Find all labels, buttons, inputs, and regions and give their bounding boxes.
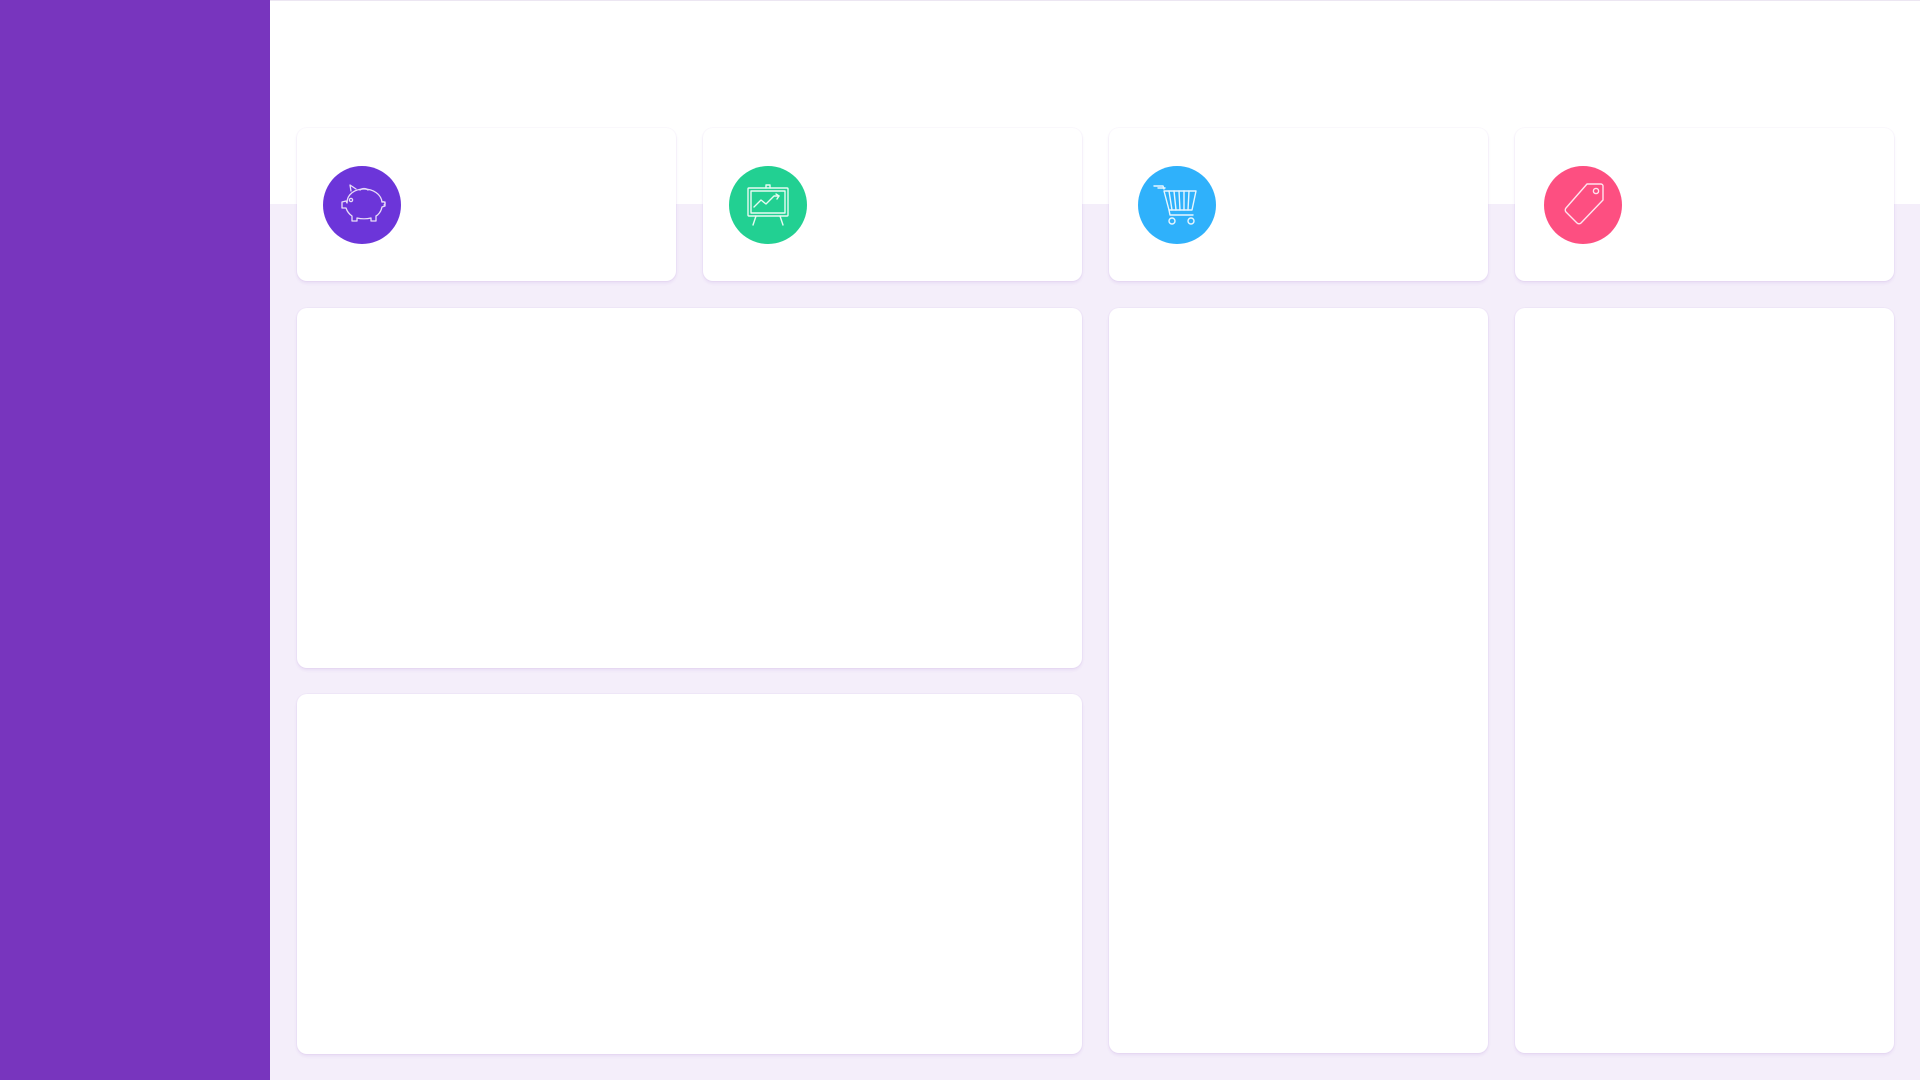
content-panel-top <box>297 308 1082 668</box>
stat-card-savings <box>297 128 676 281</box>
content-panel-bottom <box>297 694 1082 1054</box>
stat-card-orders <box>1109 128 1488 281</box>
sidebar <box>0 0 270 1080</box>
presentation-chart-icon <box>729 166 807 244</box>
stat-card-growth <box>703 128 1082 281</box>
piggy-bank-icon <box>323 166 401 244</box>
shopping-cart-icon <box>1138 166 1216 244</box>
content-panel-right-1 <box>1109 308 1488 1053</box>
price-tag-icon <box>1544 166 1622 244</box>
stat-card-sales <box>1515 128 1894 281</box>
content-panel-right-2 <box>1515 308 1894 1053</box>
